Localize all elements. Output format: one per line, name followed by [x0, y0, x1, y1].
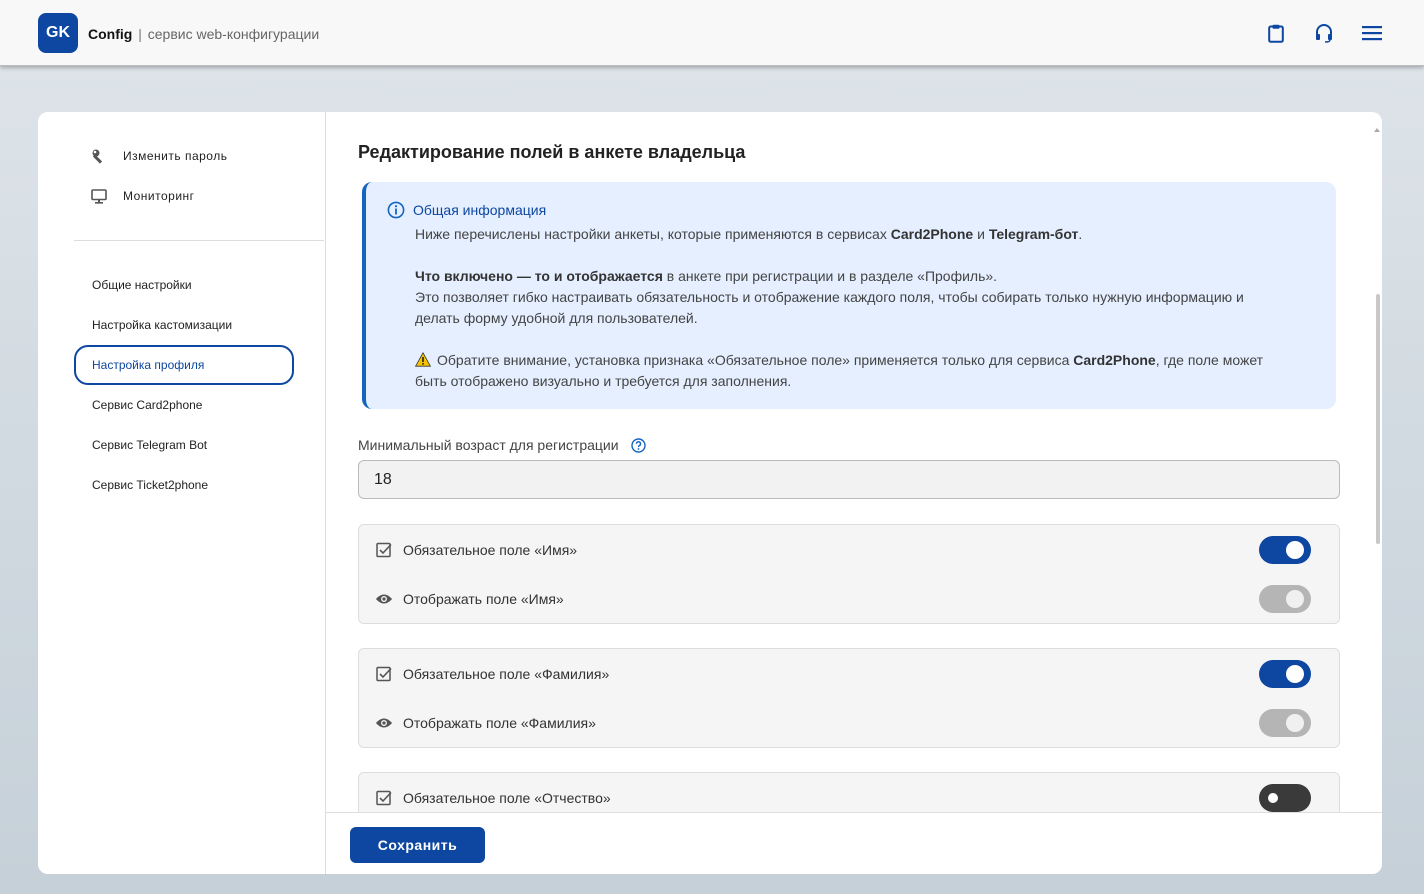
info-line-1: Ниже перечислены настройки анкеты, котор…: [415, 224, 1315, 245]
sidebar-item-profile-settings[interactable]: Настройка профиля: [74, 345, 294, 385]
info-icon: [387, 201, 405, 225]
checkbox-icon: [375, 665, 393, 683]
min-age-input[interactable]: 18: [358, 460, 1340, 499]
save-button[interactable]: Сохранить: [350, 827, 485, 863]
info-warning-line: Обратите внимание, установка признака «О…: [414, 350, 1315, 373]
info-bold: Card2Phone: [1073, 352, 1156, 368]
info-bold: Card2Phone: [890, 226, 974, 242]
info-line-2: Что включено — то и отображается в анкет…: [415, 266, 1315, 287]
field-card-patronymic: Обязательное поле «Отчество»: [358, 772, 1340, 812]
page-title: Редактирование полей в анкете владельца: [358, 142, 746, 162]
display-toggle-surname[interactable]: [1259, 709, 1311, 737]
app-title: Config | сервис web-конфигурации: [88, 26, 319, 42]
help-icon[interactable]: [630, 437, 646, 453]
field-card-surname: Обязательное поле «Фамилия» Отображать п…: [358, 648, 1340, 748]
info-bold: Что включено — то и отображается: [415, 268, 663, 284]
checkbox-icon: [375, 541, 393, 559]
info-warning-line-2: быть отображено визуально и требуется дл…: [415, 373, 792, 389]
top-bar: GK Config | сервис web-конфигурации: [0, 0, 1424, 66]
info-title: Общая информация: [413, 202, 547, 218]
required-toggle-surname[interactable]: [1259, 660, 1311, 688]
info-box: Общая информация Ниже перечислены настро…: [362, 182, 1336, 409]
clipboard-icon[interactable]: [1265, 22, 1287, 44]
monitor-icon: [90, 187, 108, 205]
menu-icon[interactable]: [1361, 22, 1383, 44]
sidebar-item-change-password[interactable]: Изменить пароль: [90, 146, 227, 166]
sidebar-divider: [74, 240, 324, 241]
content-area: Редактирование полей в анкете владельца …: [326, 112, 1382, 812]
info-bold: Telegram-бот: [988, 226, 1079, 242]
info-text: .: [1078, 226, 1083, 242]
sidebar-item-telegram-bot[interactable]: Сервис Telegram Bot: [74, 425, 294, 465]
field-card-name: Обязательное поле «Имя» Отображать поле …: [358, 524, 1340, 624]
info-text: и: [973, 226, 989, 242]
display-toggle-name[interactable]: [1259, 585, 1311, 613]
scrollbar[interactable]: [1376, 294, 1380, 544]
logo: GK: [38, 13, 78, 53]
sidebar-item-customization[interactable]: Настройка кастомизации: [74, 305, 294, 345]
main-panel: Изменить пароль Мониторинг Общие настрой…: [38, 112, 1382, 874]
footer-bar: Сохранить: [326, 812, 1382, 874]
info-text: в анкете при регистрации и в разделе «Пр…: [662, 268, 998, 284]
display-row-name: Отображать поле «Имя»: [375, 584, 1325, 614]
required-toggle-name[interactable]: [1259, 536, 1311, 564]
sidebar-item-card2phone[interactable]: Сервис Card2phone: [74, 385, 294, 425]
required-toggle-patronymic[interactable]: [1259, 784, 1311, 812]
sidebar-item-ticket2phone[interactable]: Сервис Ticket2phone: [74, 465, 294, 505]
info-line-3: Это позволяет гибко настраивать обязател…: [415, 289, 1244, 305]
required-row-patronymic: Обязательное поле «Отчество»: [375, 783, 1325, 812]
eye-icon: [375, 590, 393, 608]
title-separator: |: [138, 26, 142, 42]
info-line-4: делать форму удобной для пользователей.: [415, 310, 698, 326]
scroll-up-arrow[interactable]: [1374, 128, 1380, 132]
sidebar-item-label: Изменить пароль: [123, 149, 228, 163]
app-subtitle: сервис web-конфигурации: [147, 26, 320, 42]
min-age-label-text: Минимальный возраст для регистрации: [358, 437, 619, 453]
warning-icon: [414, 351, 432, 373]
info-text: Ниже перечислены настройки анкеты, котор…: [415, 226, 891, 242]
sidebar: Изменить пароль Мониторинг Общие настрой…: [38, 112, 326, 874]
checkbox-icon: [375, 789, 393, 807]
sidebar-item-general-settings[interactable]: Общие настройки: [74, 265, 294, 305]
wrench-icon: [90, 147, 108, 165]
eye-icon: [375, 714, 393, 732]
info-text: , где поле может: [1155, 352, 1264, 368]
required-label: Обязательное поле «Имя»: [403, 542, 578, 558]
headset-icon[interactable]: [1313, 22, 1335, 44]
required-label: Обязательное поле «Отчество»: [403, 790, 611, 806]
required-label: Обязательное поле «Фамилия»: [403, 666, 610, 682]
display-label: Отображать поле «Имя»: [403, 591, 564, 607]
required-row-surname: Обязательное поле «Фамилия»: [375, 659, 1325, 689]
display-row-surname: Отображать поле «Фамилия»: [375, 708, 1325, 738]
app-name: Config: [88, 26, 133, 42]
sidebar-item-monitoring[interactable]: Мониторинг: [90, 186, 195, 206]
display-label: Отображать поле «Фамилия»: [403, 715, 596, 731]
min-age-label: Минимальный возраст для регистрации: [358, 437, 646, 453]
sidebar-item-label: Мониторинг: [123, 189, 195, 203]
required-row-name: Обязательное поле «Имя»: [375, 535, 1325, 565]
info-text: Обратите внимание, установка признака «О…: [437, 352, 1074, 368]
